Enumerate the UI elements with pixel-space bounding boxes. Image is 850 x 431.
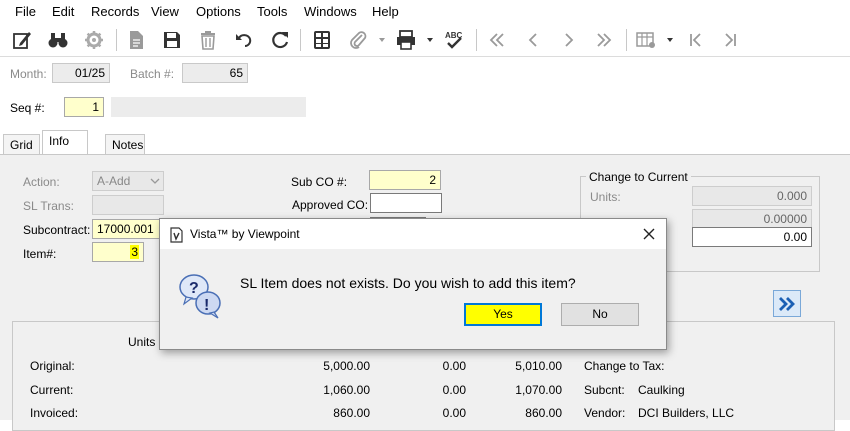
approved-co-label: Approved CO:: [292, 198, 369, 212]
toolbar-separator: [626, 29, 627, 51]
amount-field[interactable]: 0.00: [692, 227, 812, 247]
paperclip-icon[interactable]: [346, 28, 370, 52]
item-value: 3: [130, 245, 139, 259]
menu-help[interactable]: Help: [372, 4, 399, 19]
batch-field[interactable]: 65: [182, 63, 248, 83]
sub-co-field[interactable]: 2: [369, 170, 441, 190]
sub-co-label: Sub CO #:: [291, 175, 348, 189]
sl-trans-field[interactable]: [92, 195, 164, 215]
menu-bar: File Edit Records View Options Tools Win…: [0, 0, 850, 23]
grid-dropdown-icon[interactable]: [666, 36, 674, 44]
item-label: Item#:: [23, 247, 57, 261]
summary-row-label: Invoiced:: [30, 406, 79, 420]
last-page-icon[interactable]: [718, 28, 742, 52]
first-page-icon[interactable]: [684, 28, 708, 52]
seq-field[interactable]: 1: [64, 97, 104, 117]
subcnt-value: Caulking: [638, 383, 685, 397]
calculator-icon[interactable]: [310, 28, 334, 52]
summary-row-label: Original:: [30, 359, 75, 373]
menu-tools[interactable]: Tools: [257, 4, 287, 19]
refresh-icon[interactable]: [268, 28, 292, 52]
subcontract-label: Subcontract:: [23, 223, 91, 237]
edit-record-icon[interactable]: [10, 28, 34, 52]
change-to-current-title: Change to Current: [586, 170, 691, 184]
unit-cost-field[interactable]: 0.00000: [692, 209, 812, 229]
no-button[interactable]: No: [561, 303, 639, 326]
toolbar: ABC: [0, 23, 850, 57]
summary-units-header: Units: [128, 335, 156, 349]
sl-trans-label: SL Trans:: [23, 199, 74, 213]
summary-invoiced-total: 860.00: [525, 406, 562, 420]
dialog-title-bar[interactable]: Vista™ by Viewpoint: [160, 219, 666, 249]
attach-dropdown-icon[interactable]: [378, 36, 386, 44]
summary-current-total: 1,070.00: [515, 383, 562, 397]
batch-label: Batch #:: [130, 67, 175, 81]
save-icon[interactable]: [160, 28, 184, 52]
toolbar-separator: [476, 29, 477, 51]
subcnt-label: Subcnt:: [584, 383, 625, 397]
units-field[interactable]: 0.000: [692, 186, 812, 206]
spellcheck-icon[interactable]: ABC: [442, 28, 466, 52]
confirm-dialog: Vista™ by Viewpoint ? ! SL Item does not…: [159, 218, 667, 350]
tab-notes[interactable]: Notes: [105, 134, 145, 154]
seq-label: Seq #:: [10, 101, 45, 115]
delete-icon[interactable]: [196, 28, 220, 52]
binoculars-icon[interactable]: [46, 28, 70, 52]
svg-text:!: !: [204, 297, 209, 314]
vendor-label: Vendor:: [584, 406, 626, 420]
first-record-icon[interactable]: [485, 28, 509, 52]
chevron-down-icon: [150, 178, 160, 184]
forward-nav-button[interactable]: [773, 290, 801, 317]
dialog-message: SL Item does not exists. Do you wish to …: [240, 275, 576, 291]
action-label: Action:: [23, 175, 60, 189]
previous-record-icon[interactable]: [521, 28, 545, 52]
app-icon: [170, 227, 183, 243]
vendor-value: DCI Builders, LLC: [638, 406, 735, 420]
summary-current-units: 1,060.00: [323, 383, 370, 397]
menu-file[interactable]: File: [15, 4, 36, 19]
toolbar-separator: [116, 29, 117, 51]
last-record-icon[interactable]: [592, 28, 616, 52]
toolbar-separator: [300, 29, 301, 51]
double-chevron-right-icon: [779, 296, 795, 311]
summary-original-mid: 0.00: [442, 359, 466, 373]
change-to-tax-label: Change to Tax:: [584, 359, 665, 373]
dialog-title: Vista™ by Viewpoint: [190, 227, 300, 241]
grid-settings-icon[interactable]: [634, 28, 658, 52]
undo-icon[interactable]: [232, 28, 256, 52]
summary-current-mid: 0.00: [442, 383, 466, 397]
summary-original-total: 5,010.00: [515, 359, 562, 373]
month-label: Month:: [10, 67, 47, 81]
approved-co-field[interactable]: [370, 193, 442, 213]
print-dropdown-icon[interactable]: [426, 36, 434, 44]
action-value: A-Add: [97, 174, 131, 188]
summary-row-label: Current:: [30, 383, 74, 397]
document-icon[interactable]: [124, 28, 148, 52]
subcontract-field[interactable]: 17000.001: [92, 219, 164, 239]
next-record-icon[interactable]: [557, 28, 581, 52]
question-icon: ? !: [179, 274, 221, 319]
menu-options[interactable]: Options: [196, 4, 241, 19]
gear-icon[interactable]: [82, 28, 106, 52]
seq-description-field: [111, 97, 306, 117]
menu-edit[interactable]: Edit: [52, 4, 74, 19]
menu-records[interactable]: Records: [91, 4, 139, 19]
action-dropdown[interactable]: A-Add: [92, 171, 164, 191]
svg-text:?: ?: [189, 280, 199, 297]
month-field[interactable]: 01/25: [52, 63, 110, 83]
summary-invoiced-mid: 0.00: [442, 406, 466, 420]
tab-info[interactable]: Info: [42, 130, 88, 155]
tab-grid[interactable]: Grid: [3, 134, 40, 154]
menu-windows[interactable]: Windows: [304, 4, 357, 19]
units-label: Units:: [590, 190, 621, 204]
close-icon[interactable]: [640, 225, 658, 243]
summary-original-units: 5,000.00: [323, 359, 370, 373]
summary-invoiced-units: 860.00: [333, 406, 370, 420]
menu-view[interactable]: View: [151, 4, 179, 19]
yes-button[interactable]: Yes: [464, 303, 542, 326]
item-field[interactable]: 3: [92, 242, 144, 262]
print-icon[interactable]: [394, 28, 418, 52]
